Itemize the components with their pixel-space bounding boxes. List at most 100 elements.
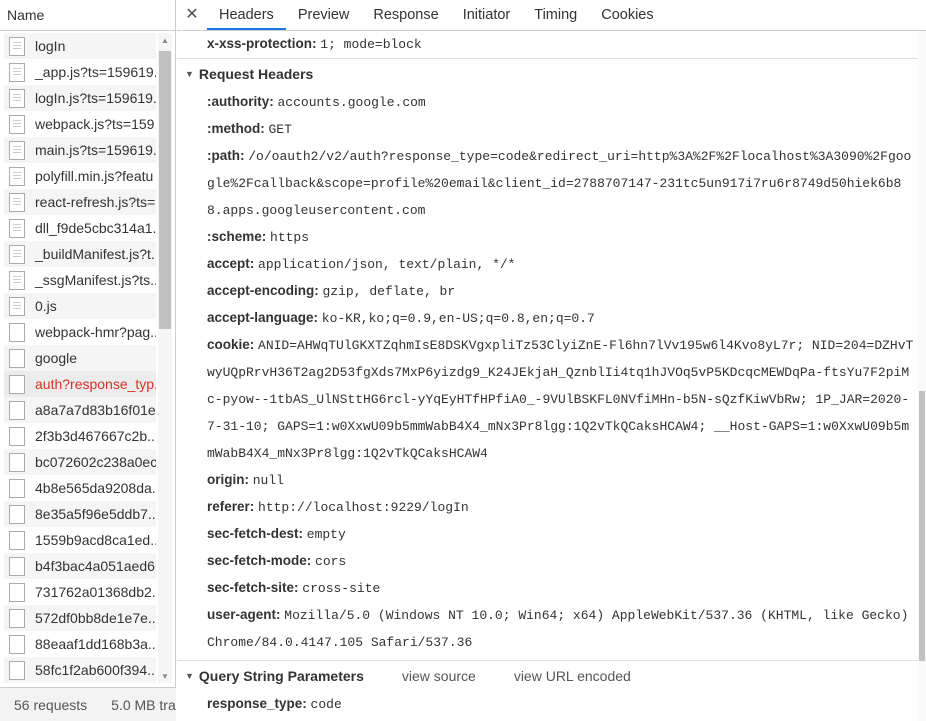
header-key: accept: [207, 256, 250, 271]
request-item[interactable]: 58fc1f2ab600f394...: [4, 657, 156, 683]
request-item[interactable]: 731762a01368db2...: [4, 579, 156, 605]
document-icon: [9, 140, 25, 160]
request-list: logIn _app.js?ts=159619... logIn.js?ts=159…: [4, 33, 156, 683]
request-item[interactable]: logIn: [4, 33, 156, 59]
view-url-encoded-link[interactable]: view URL encoded: [514, 661, 631, 691]
header-value: code: [310, 697, 342, 712]
tab-cookies[interactable]: Cookies: [589, 0, 665, 30]
blank-file-icon: [9, 348, 25, 368]
request-item[interactable]: webpack.js?ts=159...: [4, 111, 156, 137]
query-string-section-toggle[interactable]: ▼ Query String Parameters view source view …: [177, 660, 918, 691]
header-key: cookie: [207, 337, 250, 352]
blank-file-icon: [9, 660, 25, 680]
request-name: b4f3bac4a051aed6: [35, 558, 155, 574]
scroll-up-icon[interactable]: ▲: [161, 36, 169, 45]
request-header-row: accept: application/json, text/plain, */…: [207, 256, 516, 272]
response-header-row: x-xss-protection: 1; mode=block: [207, 36, 422, 52]
request-item[interactable]: bc072602c238a0ec: [4, 449, 156, 475]
request-header-row: accept-language: ko-KR,ko;q=0.9,en-US;q=…: [207, 310, 595, 326]
request-item[interactable]: a8a7a7d83b16f01e: [4, 397, 156, 423]
name-column-header[interactable]: Name: [0, 0, 175, 31]
document-icon: [9, 114, 25, 134]
request-item[interactable]: webpack-hmr?pag...: [4, 319, 156, 345]
request-item[interactable]: 2f3b3d467667c2b...: [4, 423, 156, 449]
blank-file-icon: [9, 582, 25, 602]
triangle-down-icon: ▼: [185, 69, 194, 79]
scrollbar-thumb[interactable]: [919, 391, 925, 661]
request-header-row: :path: /o/oauth2/v2/auth?response_type=c…: [207, 148, 912, 218]
request-header-row: accept-encoding: gzip, deflate, br: [207, 283, 456, 299]
header-value: cors: [315, 554, 347, 569]
tab-response[interactable]: Response: [361, 0, 450, 30]
scroll-down-icon[interactable]: ▼: [161, 672, 169, 681]
request-item[interactable]: 88eaaf1dd168b3a...: [4, 631, 156, 657]
header-key: :method: [207, 121, 261, 136]
request-list-panel: Name logIn _app.js?ts=159619... logIn.js?t…: [0, 0, 176, 721]
view-source-link[interactable]: view source: [402, 661, 476, 691]
tab-timing[interactable]: Timing: [522, 0, 589, 30]
header-value: gzip, deflate, br: [322, 284, 456, 299]
request-item[interactable]: dll_f9de5cbc314a1...: [4, 215, 156, 241]
document-icon: [9, 36, 25, 56]
header-key: response_type: [207, 696, 303, 711]
blank-file-icon: [9, 634, 25, 654]
document-icon: [9, 88, 25, 108]
request-item[interactable]: main.js?ts=159619...: [4, 137, 156, 163]
request-name: 8e35a5f96e5ddb7...: [35, 506, 156, 522]
request-item[interactable]: 0.js: [4, 293, 156, 319]
details-scrollbar[interactable]: [918, 31, 926, 721]
request-header-row: user-agent: Mozilla/5.0 (Windows NT 10.0…: [207, 607, 909, 650]
request-item[interactable]: _ssgManifest.js?ts...: [4, 267, 156, 293]
blank-file-icon: [9, 608, 25, 628]
header-key: sec-fetch-mode: [207, 553, 307, 568]
request-item[interactable]: b4f3bac4a051aed6: [4, 553, 156, 579]
request-list-scrollbar[interactable]: ▲ ▼: [158, 33, 172, 683]
request-name: 4b8e565da9208da...: [35, 480, 156, 496]
header-value: GET: [268, 122, 292, 137]
request-name: 88eaaf1dd168b3a...: [35, 636, 156, 652]
request-name: 58fc1f2ab600f394...: [35, 662, 156, 678]
status-bar: 56 requests 5.0 MB transferred: [0, 687, 176, 721]
blank-file-icon: [9, 452, 25, 472]
request-item[interactable]: auth?response_typ...: [4, 371, 156, 397]
header-key: :path: [207, 148, 240, 163]
close-icon[interactable]: ✕: [177, 0, 207, 30]
request-header-row: sec-fetch-site: cross-site: [207, 580, 381, 596]
request-item[interactable]: 572df0bb8de1e7e...: [4, 605, 156, 631]
request-item[interactable]: logIn.js?ts=159619...: [4, 85, 156, 111]
request-details-panel: ✕ Headers Preview Response Initiator Timing C…: [177, 0, 926, 721]
request-item[interactable]: 8e35a5f96e5ddb7...: [4, 501, 156, 527]
section-title: Request Headers: [198, 66, 314, 82]
blank-file-icon: [9, 322, 25, 342]
request-item[interactable]: 4b8e565da9208da...: [4, 475, 156, 501]
request-item[interactable]: google: [4, 345, 156, 371]
request-name: 2f3b3d467667c2b...: [35, 428, 156, 444]
header-value: Mozilla/5.0 (Windows NT 10.0; Win64; x64…: [207, 608, 909, 650]
request-header-row: cookie: ANID=AHWqTUlGKXTZqhmIsE8DSKVgxpl…: [207, 337, 914, 461]
request-item[interactable]: _app.js?ts=159619...: [4, 59, 156, 85]
request-headers-section-toggle[interactable]: ▼ Request Headers: [177, 58, 918, 89]
triangle-down-icon: ▼: [185, 671, 194, 681]
request-header-row: sec-fetch-dest: empty: [207, 526, 346, 542]
request-item[interactable]: polyfill.min.js?featu: [4, 163, 156, 189]
tab-initiator[interactable]: Initiator: [451, 0, 523, 30]
request-header-row: :scheme: https: [207, 229, 310, 245]
scrollbar-thumb[interactable]: [159, 51, 171, 329]
request-item[interactable]: 1559b9acd8ca1ed...: [4, 527, 156, 553]
header-value: /o/oauth2/v2/auth?response_type=code&red…: [207, 149, 912, 218]
header-value: https: [270, 230, 310, 245]
header-key: accept-encoding: [207, 283, 315, 298]
document-icon: [9, 192, 25, 212]
blank-file-icon: [9, 556, 25, 576]
request-name: dll_f9de5cbc314a1...: [35, 220, 156, 236]
request-item[interactable]: _buildManifest.js?t...: [4, 241, 156, 267]
blank-file-icon: [9, 530, 25, 550]
request-item[interactable]: react-refresh.js?ts=: [4, 189, 156, 215]
request-header-row: :authority: accounts.google.com: [207, 94, 426, 110]
request-name: webpack.js?ts=159...: [35, 116, 156, 132]
request-name: logIn.js?ts=159619...: [35, 90, 156, 106]
request-header-row: referer: http://localhost:9229/logIn: [207, 499, 469, 515]
tab-preview[interactable]: Preview: [286, 0, 362, 30]
request-name: polyfill.min.js?featu: [35, 168, 154, 184]
tab-headers[interactable]: Headers: [207, 0, 286, 30]
